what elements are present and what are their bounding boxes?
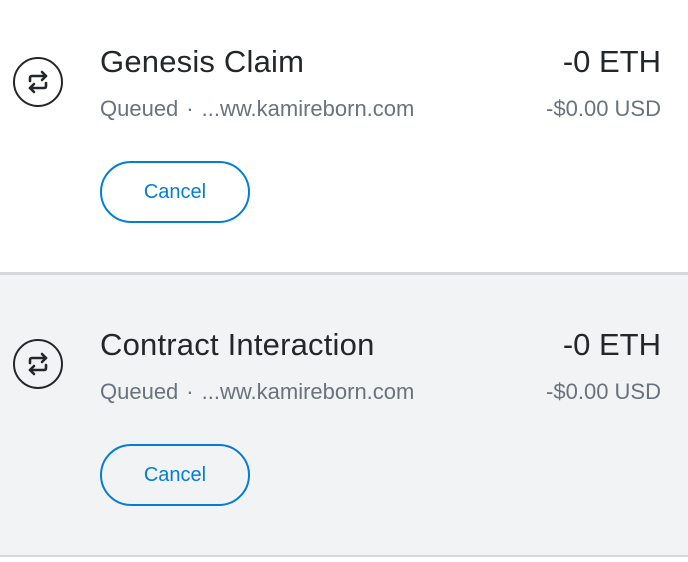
transaction-status: Queued — [100, 96, 179, 121]
list-divider — [0, 555, 688, 557]
transaction-fiat-amount: -$0.00 USD — [546, 379, 661, 404]
transaction-origin: ...ww.kamireborn.com — [201, 379, 415, 404]
transaction-subtitle: Queued · ...ww.kamireborn.com — [100, 96, 414, 122]
cancel-button[interactable]: Cancel — [100, 161, 250, 223]
separator: · — [186, 96, 194, 121]
transaction-amount: -0 ETH — [562, 327, 661, 362]
transaction-title: Genesis Claim — [100, 44, 305, 79]
cancel-button[interactable]: Cancel — [100, 444, 250, 506]
transaction-subtitle: Queued · ...ww.kamireborn.com — [100, 379, 414, 405]
swap-arrows-icon — [13, 57, 63, 107]
transaction-title: Contract Interaction — [100, 327, 375, 362]
transaction-amount: -0 ETH — [562, 44, 661, 79]
transaction-item[interactable]: Contract Interaction Queued · ...ww.kamire… — [0, 272, 688, 556]
transaction-origin: ...ww.kamireborn.com — [201, 96, 415, 121]
swap-arrows-icon — [13, 339, 63, 389]
transaction-item[interactable]: Genesis Claim Queued · ...ww.kamireborn.co… — [0, 0, 688, 272]
transaction-fiat-amount: -$0.00 USD — [546, 96, 661, 121]
transaction-list: Genesis Claim Queued · ...ww.kamireborn.co… — [0, 0, 688, 562]
separator: · — [186, 379, 194, 404]
transaction-status: Queued — [100, 379, 179, 404]
